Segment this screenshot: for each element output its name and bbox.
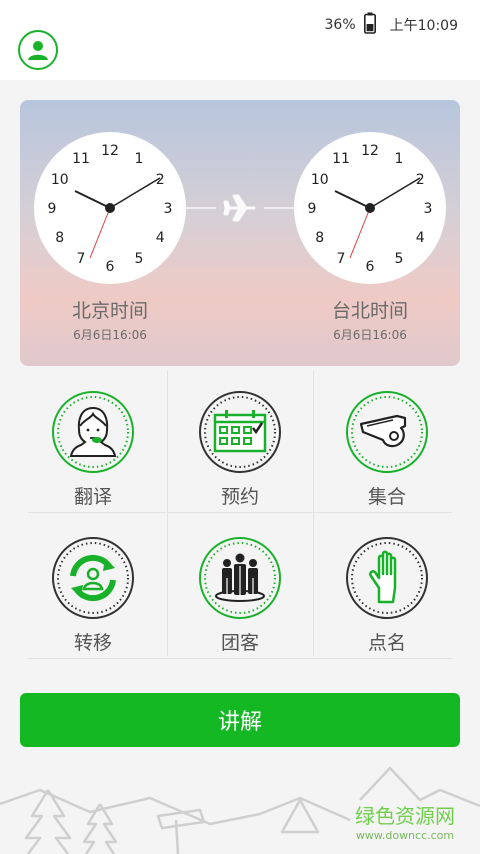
whistle-icon [346, 391, 428, 473]
feature-label: 转移 [73, 632, 112, 654]
clock-number: 11 [72, 151, 90, 167]
clock-number: 6 [366, 259, 375, 275]
clock-number: 1 [395, 151, 404, 167]
clock-number: 8 [55, 230, 64, 246]
clock-number: 12 [101, 143, 119, 159]
feature-roll-call[interactable]: 点名 [314, 512, 460, 658]
clock-number: 9 [48, 201, 57, 217]
feature-label: 预约 [220, 486, 259, 508]
translator-icon [52, 391, 134, 473]
feature-transfer[interactable]: 转移 [20, 512, 166, 658]
clock-number: 7 [337, 251, 346, 267]
clock-number: 7 [77, 251, 86, 267]
watermark-title: 绿色资源网 [355, 804, 455, 828]
battery-percent: 36% [324, 17, 356, 33]
calendar-icon [199, 391, 281, 473]
clock-number: 3 [424, 201, 433, 217]
watermark: 绿色资源网 www.downcc.com [340, 800, 470, 842]
taipei-analog-clock: 12 1234567891011 [294, 132, 446, 284]
taipei-date-label: 6月6日16:06 [333, 328, 407, 342]
clock-number: 10 [51, 172, 69, 188]
profile-avatar-button[interactable] [18, 30, 58, 70]
feature-gather[interactable]: 集合 [314, 366, 460, 512]
battery-icon [363, 12, 376, 38]
clock-number: 5 [135, 251, 144, 267]
clock-number: 5 [395, 251, 404, 267]
hand-icon [346, 537, 428, 619]
world-clock-card: 12 1 2 3 4 5 6 7 8 9 10 11 12 1 2 3 4 5 6 7 8 9 10 11 北京时间 6月6… [20, 100, 460, 366]
clock-number: 1 [135, 151, 144, 167]
status-time: 上午10:09 [389, 18, 458, 34]
feature-label: 集合 [367, 486, 406, 508]
watermark-url: www.downcc.com [355, 829, 455, 842]
feature-translate[interactable]: 翻译 [20, 366, 166, 512]
clock-number: 3 [164, 201, 173, 217]
beijing-city-label: 北京时间 [71, 300, 148, 322]
beijing-analog-clock: 12 1234567891011 [34, 132, 186, 284]
feature-group-tour[interactable]: 团客 [167, 512, 313, 658]
feature-grid: 翻译 预约 集合 转移 团客 点名 [20, 366, 460, 660]
clock-number: 9 [308, 201, 317, 217]
feature-label: 团客 [220, 632, 259, 654]
status-bar: 36% 上午10:09 [325, 12, 458, 38]
taipei-city-label: 台北时间 [331, 300, 408, 322]
feature-label: 翻译 [73, 486, 112, 508]
feature-label: 点名 [367, 632, 406, 654]
grid-divider [28, 658, 452, 659]
clock-number: 12 [361, 143, 379, 159]
feature-reservation[interactable]: 预约 [167, 366, 313, 512]
user-icon [28, 41, 48, 60]
airplane-icon [184, 194, 296, 222]
group-icon [199, 537, 281, 619]
beijing-date-label: 6月6日16:06 [73, 328, 147, 342]
top-bar: 36% 上午10:09 [0, 0, 480, 80]
clock-number: 11 [332, 151, 350, 167]
clock-number: 6 [106, 259, 115, 275]
narrate-button[interactable]: 讲解 [20, 693, 460, 747]
clock-number: 10 [311, 172, 329, 188]
clock-number: 4 [416, 230, 425, 246]
clock-number: 4 [156, 230, 165, 246]
clock-number: 8 [315, 230, 324, 246]
transfer-icon [52, 537, 134, 619]
